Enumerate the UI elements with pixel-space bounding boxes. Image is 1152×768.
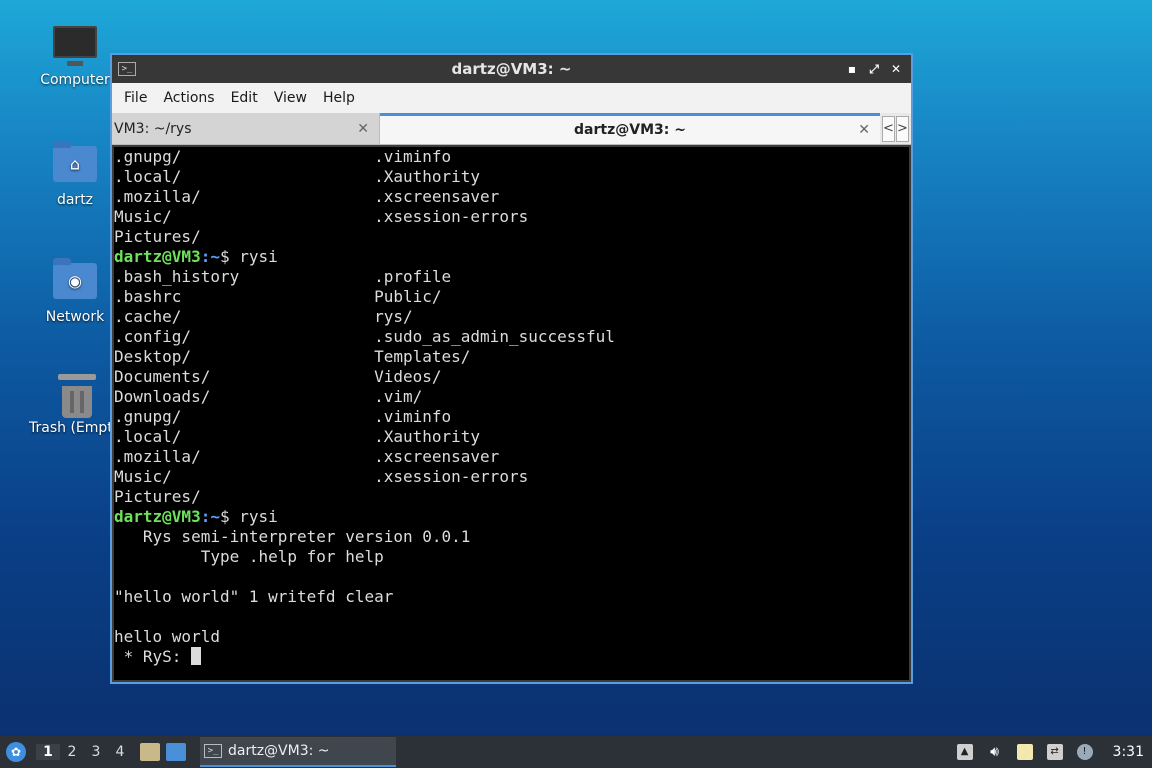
workspace-switcher: 1234 <box>36 744 132 760</box>
task-label: dartz@VM3: ~ <box>228 743 330 759</box>
menu-view[interactable]: View <box>266 90 315 106</box>
terminal-output[interactable]: .gnupg/ .viminfo .local/ .Xauthority .mozi… <box>114 147 909 680</box>
terminal-prompt-line: dartz@VM3:~$ rysi <box>114 507 909 527</box>
prompt-user: dartz@VM3 <box>114 247 201 266</box>
window-title: dartz@VM3: ~ <box>451 60 572 78</box>
terminal-line: hello world <box>114 627 220 646</box>
tab-label: dartz@VM3: ~ <box>574 122 686 138</box>
terminal-line: Music/ .xsession-errors <box>114 467 529 486</box>
prompt-command: $ rysi <box>219 247 278 266</box>
repl-prompt: * RyS: <box>114 647 192 666</box>
terminal-line: Downloads/ .vim/ <box>114 387 423 406</box>
prompt-path: :~ <box>200 247 220 266</box>
tab-label: VM3: ~/rys <box>114 120 192 137</box>
menu-help[interactable]: Help <box>315 90 363 106</box>
menu-file[interactable]: File <box>116 90 155 106</box>
tab-bar: VM3: ~/rys ✕ dartz@VM3: ~ ✕ < > <box>112 113 911 145</box>
terminal-line: .bashrc Public/ <box>114 287 442 306</box>
computer-icon <box>53 26 97 66</box>
terminal-line: Type .help for help <box>114 547 384 566</box>
terminal-line: Documents/ Videos/ <box>114 367 442 386</box>
taskbar: ✿ 1234 >_ dartz@VM3: ~ ▲ 🔊︎ ⇄ ! 3:31 <box>0 736 1152 768</box>
tab-rys[interactable]: VM3: ~/rys ✕ <box>112 113 380 144</box>
desktop-icon-label: Trash (Empt <box>29 420 113 436</box>
terminal-prompt-line: dartz@VM3:~$ rysi <box>114 247 909 267</box>
terminal-line: .mozilla/ .xscreensaver <box>114 447 500 466</box>
terminal-window: >_ dartz@VM3: ~ ▪ ⤢ ✕ File Actions Edit … <box>110 53 913 684</box>
clock: 3:31 <box>1112 744 1144 760</box>
terminal-line: Rys semi-interpreter version 0.0.1 <box>114 527 471 546</box>
terminal-line: Pictures/ <box>114 487 201 506</box>
home-folder-icon: ⌂ <box>53 141 97 186</box>
window-titlebar[interactable]: >_ dartz@VM3: ~ ▪ ⤢ ✕ <box>112 55 911 83</box>
prompt-path: :~ <box>200 507 220 526</box>
system-tray: ▲ 🔊︎ ⇄ ! 3:31 <box>956 744 1144 760</box>
minimize-icon[interactable]: ▪ <box>845 62 859 77</box>
terminal-line: .local/ .Xauthority <box>114 167 481 186</box>
tab-close-icon[interactable]: ✕ <box>357 121 369 137</box>
close-icon[interactable]: ✕ <box>889 62 903 77</box>
terminal-task-icon: >_ <box>204 744 222 758</box>
task-terminal[interactable]: >_ dartz@VM3: ~ <box>200 737 396 767</box>
text-cursor <box>191 647 202 665</box>
terminal-line: .bash_history .profile <box>114 267 452 286</box>
network-tray-icon[interactable]: ⇄ <box>1046 744 1063 760</box>
clipboard-icon[interactable] <box>1016 744 1033 760</box>
app-menu-icon[interactable]: ✿ <box>6 742 26 762</box>
network-folder-icon: ◉ <box>53 258 97 303</box>
terminal-line: .gnupg/ .viminfo <box>114 147 452 166</box>
terminal-line: Pictures/ <box>114 227 201 246</box>
terminal-line: Desktop/ Templates/ <box>114 347 471 366</box>
workspace-2[interactable]: 2 <box>60 744 84 760</box>
terminal-line: Music/ .xsession-errors <box>114 207 529 226</box>
terminal-line: .cache/ rys/ <box>114 307 413 326</box>
volume-icon[interactable]: 🔊︎ <box>987 744 1003 760</box>
terminal-line: .local/ .Xauthority <box>114 427 481 446</box>
menu-edit[interactable]: Edit <box>223 90 266 106</box>
tab-scroll-right-icon[interactable]: > <box>896 115 909 142</box>
prompt-user: dartz@VM3 <box>114 507 201 526</box>
tray-app-icon[interactable]: ▲ <box>956 744 973 760</box>
prompt-command: $ rysi <box>219 507 278 526</box>
workspace-3[interactable]: 3 <box>84 744 108 760</box>
workspace-1[interactable]: 1 <box>36 744 60 760</box>
menu-actions[interactable]: Actions <box>155 90 222 106</box>
menubar: File Actions Edit View Help <box>112 83 911 113</box>
file-manager-icon[interactable] <box>140 743 160 761</box>
terminal-line: "hello world" 1 writefd clear <box>114 587 394 606</box>
tab-home[interactable]: dartz@VM3: ~ ✕ <box>380 113 880 144</box>
terminal-line: .gnupg/ .viminfo <box>114 407 452 426</box>
terminal-line: .config/ .sudo_as_admin_successful <box>114 327 615 346</box>
terminal-line: .mozilla/ .xscreensaver <box>114 187 500 206</box>
notification-icon[interactable]: ! <box>1076 744 1093 760</box>
terminal-input-line: * RyS: <box>114 647 909 667</box>
show-desktop-icon[interactable] <box>166 743 186 761</box>
tab-close-icon[interactable]: ✕ <box>858 122 870 138</box>
workspace-4[interactable]: 4 <box>108 744 132 760</box>
tab-scroll-left-icon[interactable]: < <box>882 115 895 142</box>
maximize-icon[interactable]: ⤢ <box>867 62 881 77</box>
trash-icon <box>55 374 99 418</box>
terminal-app-icon[interactable]: >_ <box>118 62 136 76</box>
